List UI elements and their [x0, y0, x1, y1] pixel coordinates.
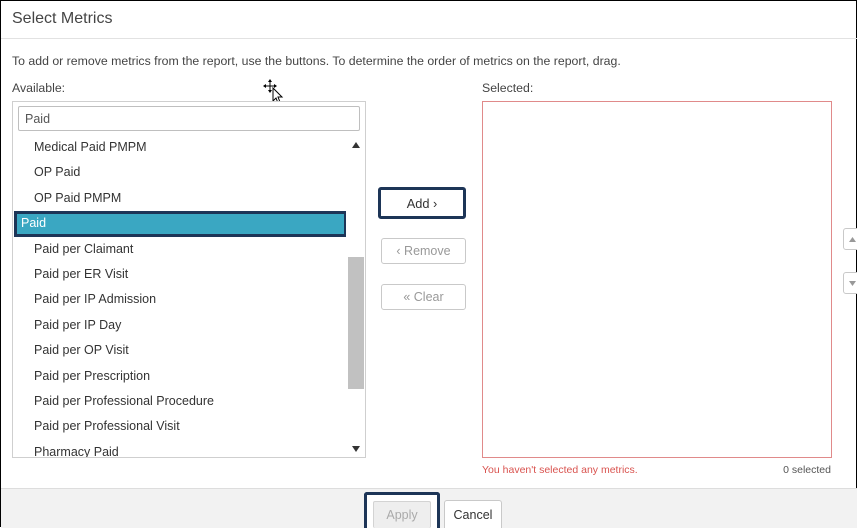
- list-item[interactable]: Paid per ER Visit: [13, 262, 346, 287]
- triangle-down-icon[interactable]: [351, 444, 361, 454]
- scroll-thumb[interactable]: [348, 257, 364, 389]
- list-item[interactable]: OP Paid PMPM: [13, 186, 346, 211]
- apply-button-focus[interactable]: Apply: [364, 492, 440, 528]
- list-item[interactable]: Medical Paid PMPM: [13, 135, 346, 160]
- available-label: Available:: [12, 81, 66, 95]
- selected-label: Selected:: [482, 81, 534, 95]
- title-divider: [1, 38, 857, 39]
- list-item[interactable]: Paid per Professional Visit: [13, 414, 346, 439]
- triangle-up-icon[interactable]: [351, 140, 361, 150]
- clear-button[interactable]: « Clear: [381, 284, 466, 310]
- list-item[interactable]: Paid per IP Day: [13, 313, 346, 338]
- list-item[interactable]: Paid per Prescription: [13, 364, 346, 389]
- instructions-text: To add or remove metrics from the report…: [12, 54, 621, 68]
- apply-button[interactable]: Apply: [373, 501, 431, 528]
- available-listbox: Medical Paid PMPM OP Paid OP Paid PMPM P…: [12, 101, 366, 458]
- list-item[interactable]: Paid per OP Visit: [13, 338, 346, 363]
- cancel-button[interactable]: Cancel: [444, 500, 502, 528]
- list-item-selected[interactable]: Paid: [14, 211, 346, 237]
- remove-button[interactable]: ‹ Remove: [381, 238, 466, 264]
- available-list[interactable]: Medical Paid PMPM OP Paid OP Paid PMPM P…: [13, 135, 346, 457]
- list-item[interactable]: Pharmacy Paid: [13, 440, 346, 457]
- add-button[interactable]: Add ›: [378, 187, 466, 219]
- selected-listbox[interactable]: [482, 101, 832, 458]
- available-filter-input[interactable]: [18, 106, 360, 131]
- list-item[interactable]: Paid per Claimant: [13, 237, 346, 262]
- available-scrollbar[interactable]: [347, 135, 365, 457]
- triangle-up-icon: [848, 236, 856, 242]
- select-metrics-dialog: Select Metrics To add or remove metrics …: [0, 0, 857, 528]
- list-item[interactable]: OP Paid: [13, 160, 346, 185]
- move-cursor-icon: [263, 79, 284, 103]
- list-item[interactable]: Paid per Professional Procedure: [13, 389, 346, 414]
- move-down-button[interactable]: [843, 272, 857, 294]
- triangle-down-icon: [848, 280, 856, 286]
- list-item[interactable]: Paid per IP Admission: [13, 287, 346, 312]
- move-up-button[interactable]: [843, 228, 857, 250]
- dialog-title: Select Metrics: [12, 10, 113, 27]
- selected-count: 0 selected: [783, 464, 831, 476]
- selection-error-message: You haven't selected any metrics.: [482, 464, 638, 476]
